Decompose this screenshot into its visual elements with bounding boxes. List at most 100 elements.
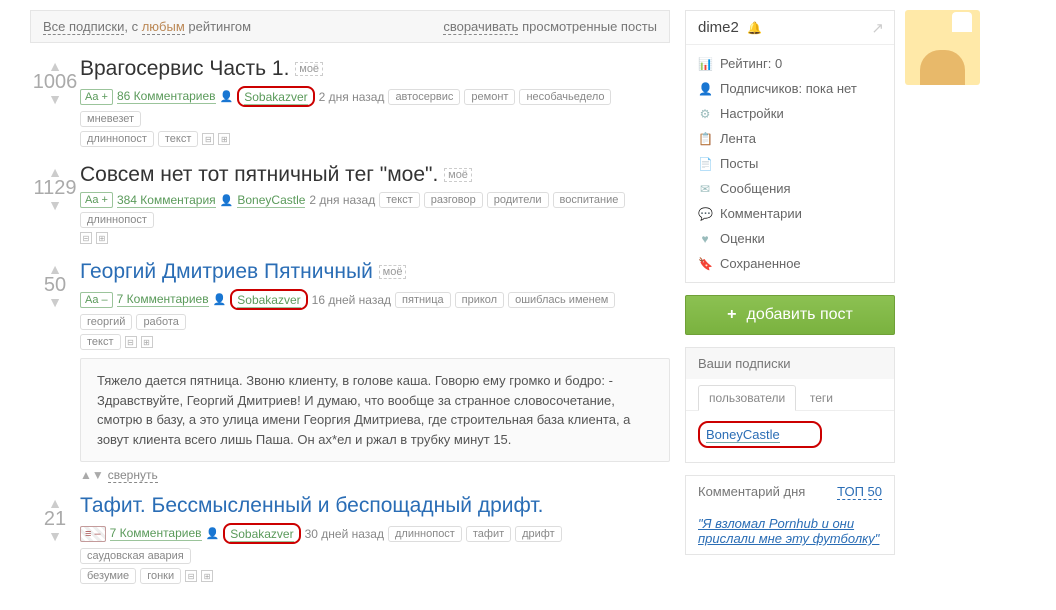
collapse-link[interactable]: свернуть bbox=[108, 468, 158, 483]
author-link[interactable]: Sobakazver bbox=[244, 90, 307, 105]
all-subscriptions[interactable]: Все подписки bbox=[43, 19, 124, 35]
font-size-toggle[interactable]: ≡ – bbox=[80, 526, 106, 542]
menu-label: Посты bbox=[720, 156, 758, 171]
expand-icon[interactable]: ⊞ bbox=[218, 133, 230, 145]
tag[interactable]: несобачьедело bbox=[519, 89, 611, 105]
menu-label: Сообщения bbox=[720, 181, 791, 196]
collapse-icon[interactable]: ⊟ bbox=[185, 570, 197, 582]
menu-label: Настройки bbox=[720, 106, 784, 121]
collapse-toggle[interactable]: сворачивать bbox=[443, 19, 518, 35]
comments-link[interactable]: 384 Комментария bbox=[117, 193, 216, 208]
font-size-toggle[interactable]: Aa + bbox=[80, 192, 113, 208]
tag[interactable]: ремонт bbox=[464, 89, 515, 105]
tag[interactable]: воспитание bbox=[553, 192, 626, 208]
comday-link[interactable]: "Я взломал Pornhub и они прислали мне эт… bbox=[698, 516, 879, 546]
tag[interactable]: пятница bbox=[395, 292, 451, 308]
user-menu-item[interactable]: 📄Посты bbox=[686, 151, 894, 176]
user-menu-item[interactable]: 🔖 Сохраненное bbox=[686, 251, 894, 276]
post-title[interactable]: Тафит. Бессмысленный и беспощадный дрифт… bbox=[80, 494, 670, 518]
user-menu-item[interactable]: 📊Рейтинг: 0 bbox=[686, 51, 894, 76]
expand-icon[interactable]: ⊞ bbox=[96, 232, 108, 244]
menu-icon: ⚙ bbox=[698, 107, 712, 121]
downvote-arrow[interactable]: ▼ bbox=[30, 200, 80, 210]
tag[interactable]: прикол bbox=[455, 292, 504, 308]
downvote-arrow[interactable]: ▼ bbox=[30, 297, 80, 307]
user-menu-item[interactable]: ⚙ Настройки bbox=[686, 101, 894, 126]
tag[interactable]: работа bbox=[136, 314, 185, 330]
tag[interactable]: георгий bbox=[80, 314, 132, 330]
author-link[interactable]: BoneyCastle bbox=[237, 193, 305, 208]
tag[interactable]: безумие bbox=[80, 568, 136, 584]
upvote-arrow[interactable]: ▲ bbox=[30, 167, 80, 177]
comments-link[interactable]: 7 Комментариев bbox=[110, 526, 202, 541]
comments-link[interactable]: 86 Комментариев bbox=[117, 89, 216, 104]
user-icon: 👤 bbox=[206, 527, 220, 540]
post-title[interactable]: Врагосервис Часть 1. моё bbox=[80, 57, 670, 81]
user-menu-item[interactable]: ♥Оценки bbox=[686, 226, 894, 251]
user-menu-item[interactable]: 👤Подписчиков: пока нет bbox=[686, 76, 894, 101]
comday-title: Комментарий дня bbox=[698, 484, 805, 500]
bell-icon[interactable]: 🔔 bbox=[747, 21, 762, 35]
avatar[interactable] bbox=[905, 10, 980, 85]
menu-label: Сохраненное bbox=[720, 256, 801, 271]
user-menu-item[interactable]: ✉Сообщения bbox=[686, 176, 894, 201]
subscription-link[interactable]: BoneyCastle bbox=[706, 427, 780, 443]
author-link[interactable]: Sobakazver bbox=[230, 527, 293, 542]
expand-icon[interactable]: ⊞ bbox=[201, 570, 213, 582]
filter-with: , с bbox=[124, 19, 141, 34]
rating-any[interactable]: любым bbox=[142, 19, 185, 35]
font-size-toggle[interactable]: Aa + bbox=[80, 89, 113, 105]
tag[interactable]: длиннопост bbox=[388, 526, 462, 542]
post-title[interactable]: Георгий Дмитриев Пятничный моё bbox=[80, 260, 670, 284]
tag[interactable]: текст bbox=[80, 334, 121, 350]
upvote-arrow[interactable]: ▲ bbox=[30, 61, 80, 71]
downvote-arrow[interactable]: ▼ bbox=[30, 94, 80, 104]
tag[interactable]: текст bbox=[158, 131, 199, 147]
tag[interactable]: саудовская авария bbox=[80, 548, 191, 564]
tab-users[interactable]: пользователи bbox=[698, 385, 796, 411]
filter-bar: Все подписки, с любым рейтингом сворачив… bbox=[30, 10, 670, 43]
tab-tags[interactable]: теги bbox=[800, 386, 843, 410]
collapse-icon[interactable]: ⊟ bbox=[202, 133, 214, 145]
user-panel: dime2 🔔 ↗ 📊Рейтинг: 0👤Подписчиков: пока … bbox=[685, 10, 895, 283]
tag[interactable]: разговор bbox=[424, 192, 483, 208]
main-column: Все подписки, с любым рейтингом сворачив… bbox=[30, 10, 670, 600]
post-time: 2 дня назад bbox=[309, 193, 375, 207]
menu-icon: ♥ bbox=[698, 232, 712, 246]
menu-icon: 📋 bbox=[698, 132, 712, 146]
vote-count: 21 bbox=[30, 508, 80, 531]
font-size-toggle[interactable]: Aa – bbox=[80, 292, 113, 308]
expand-icon[interactable]: ⊞ bbox=[141, 336, 153, 348]
menu-icon: 🔖 bbox=[698, 257, 712, 271]
tag[interactable]: длиннопост bbox=[80, 131, 154, 147]
tag[interactable]: мневезет bbox=[80, 111, 141, 127]
comments-link[interactable]: 7 Комментариев bbox=[117, 292, 209, 307]
user-menu-item[interactable]: 💬Комментарии bbox=[686, 201, 894, 226]
tag[interactable]: гонки bbox=[140, 568, 181, 584]
gear-icon[interactable]: ↗ bbox=[871, 19, 884, 37]
tag[interactable]: дрифт bbox=[515, 526, 562, 542]
tag[interactable]: тафит bbox=[466, 526, 511, 542]
author-highlight: Sobakazver bbox=[237, 86, 314, 107]
menu-label: Подписчиков: пока нет bbox=[720, 81, 857, 96]
username[interactable]: dime2 bbox=[698, 19, 739, 36]
collapse-icon[interactable]: ⊟ bbox=[125, 336, 137, 348]
collapse-icon[interactable]: ⊟ bbox=[80, 232, 92, 244]
upvote-arrow[interactable]: ▲ bbox=[30, 264, 80, 274]
tag[interactable]: длиннопост bbox=[80, 212, 154, 228]
tag[interactable]: ошиблась именем bbox=[508, 292, 615, 308]
downvote-arrow[interactable]: ▼ bbox=[30, 531, 80, 541]
add-post-button[interactable]: +добавить пост bbox=[685, 295, 895, 335]
author-link[interactable]: Sobakazver bbox=[237, 293, 300, 308]
tag[interactable]: родители bbox=[487, 192, 549, 208]
subs-title: Ваши подписки bbox=[686, 348, 894, 379]
post-title[interactable]: Совсем нет тот пятничный тег "мое". моё bbox=[80, 163, 670, 187]
menu-icon: 📊 bbox=[698, 57, 712, 71]
tag[interactable]: текст bbox=[379, 192, 420, 208]
add-post-label: добавить пост bbox=[746, 306, 852, 323]
my-tag: моё bbox=[295, 62, 323, 76]
tag[interactable]: автосервис bbox=[388, 89, 460, 105]
upvote-arrow[interactable]: ▲ bbox=[30, 498, 80, 508]
top50-link[interactable]: ТОП 50 bbox=[837, 484, 882, 500]
user-menu-item[interactable]: 📋Лента bbox=[686, 126, 894, 151]
